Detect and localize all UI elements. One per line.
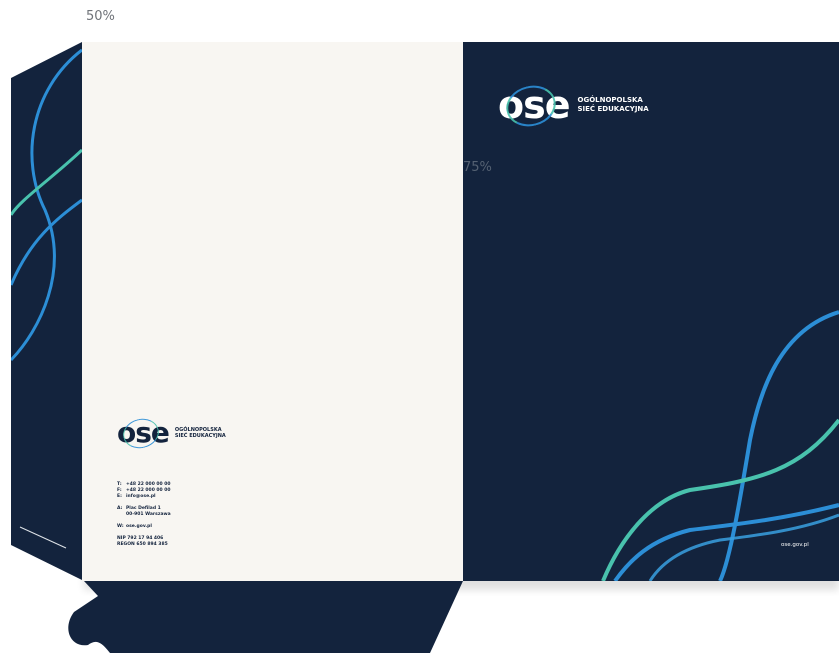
bottom-flap <box>68 581 464 653</box>
zoom-label-overlay: 75% <box>463 160 492 175</box>
back-logo: ose OGÓLNOPOLSKA SIEĆ EDUKACYJNA <box>117 415 226 452</box>
left-flap <box>11 42 82 580</box>
logo-mark: ose <box>498 80 570 132</box>
contact-details: T: +48 22 000 00 00 F: +48 22 000 00 00 E:… <box>117 482 171 547</box>
contact-email: info@ose.pl <box>126 494 156 499</box>
folder-artwork <box>11 42 839 653</box>
contact-address-line2: 00-901 Warszawa <box>126 512 171 517</box>
contact-web: ose.gov.pl <box>126 524 152 529</box>
logo-wordmark: OGÓLNOPOLSKA SIEĆ EDUKACYJNA <box>577 96 649 113</box>
front-website: ose.gov.pl <box>781 542 809 548</box>
logo-mark: ose <box>117 415 170 452</box>
logo-wordmark: OGÓLNOPOLSKA SIEĆ EDUKACYJNA <box>174 426 226 439</box>
front-logo: ose OGÓLNOPOLSKA SIEĆ EDUKACYJNA <box>498 80 649 132</box>
contact-regon: REGON 650 894 385 <box>117 542 168 547</box>
